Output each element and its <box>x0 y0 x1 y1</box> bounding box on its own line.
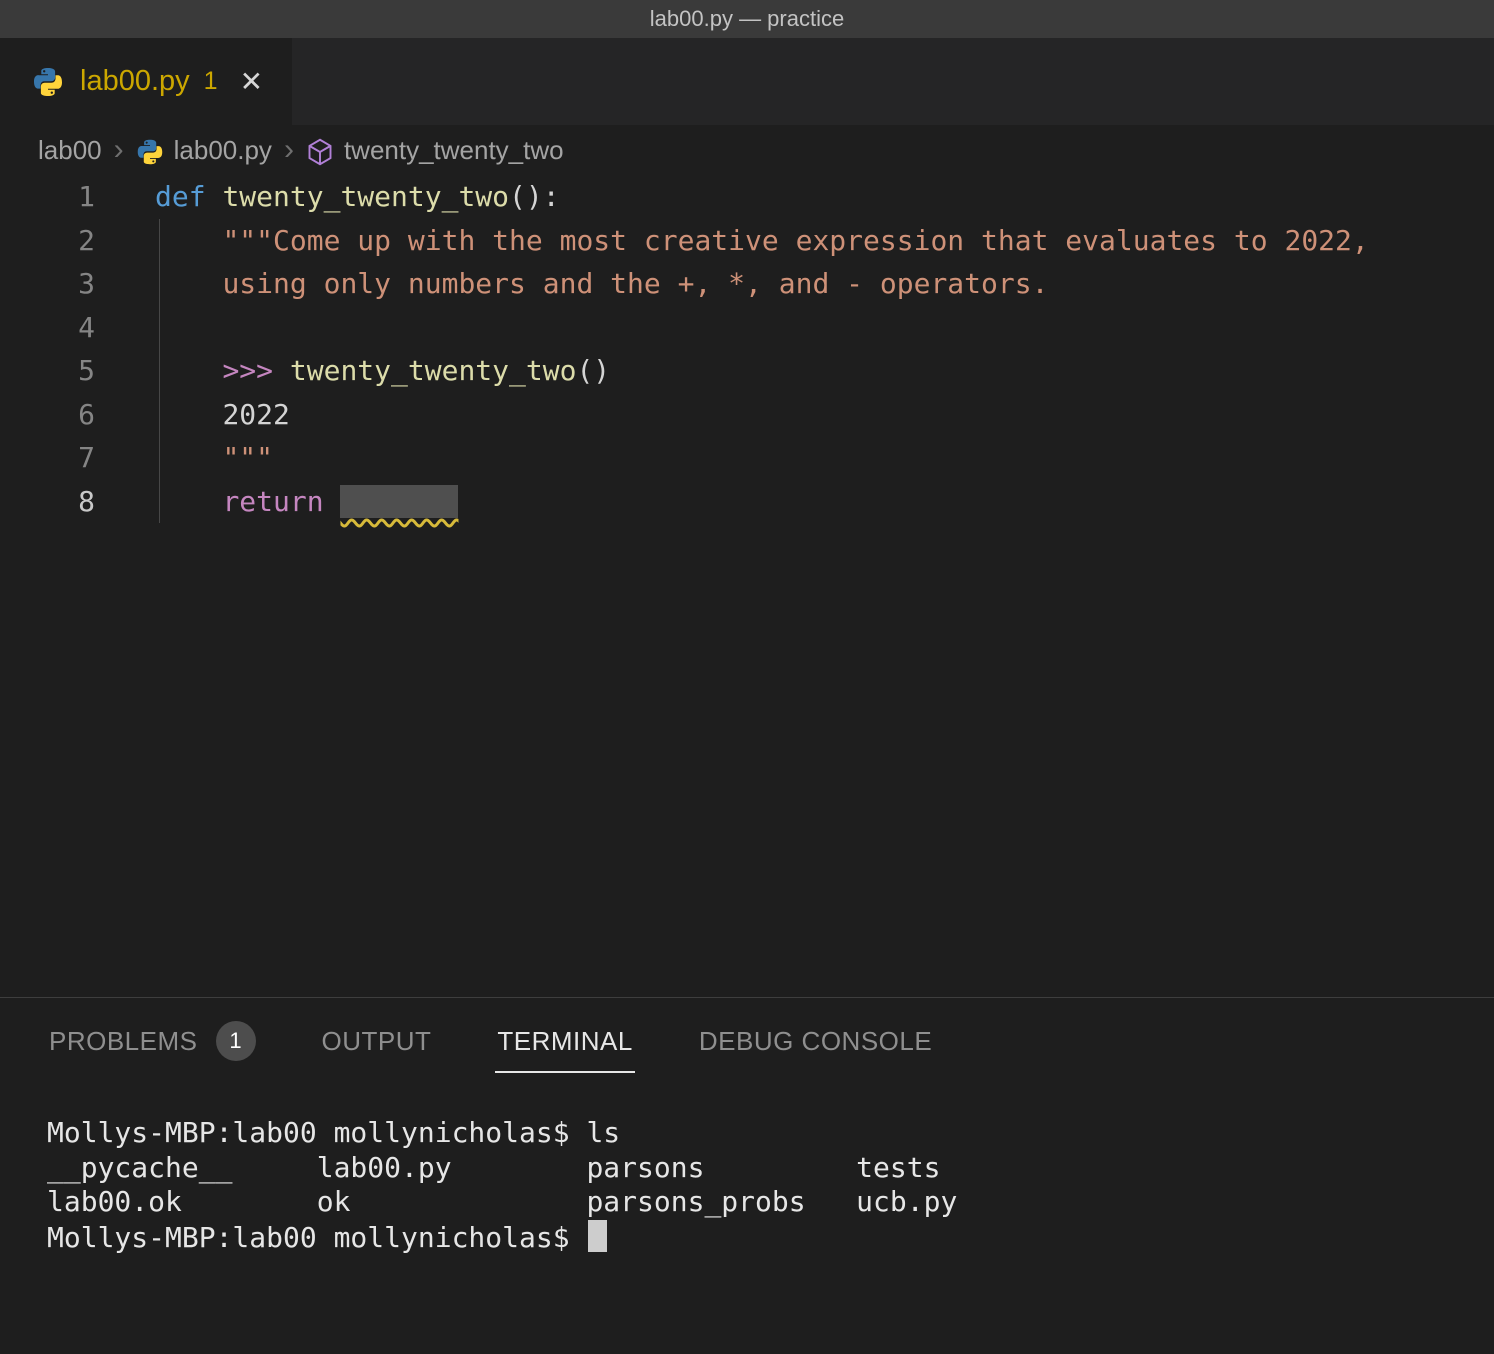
line-number[interactable]: 1 <box>0 175 95 219</box>
terminal-line: __pycache__ lab00.py parsons tests <box>47 1151 1494 1186</box>
breadcrumb-item-symbol[interactable]: twenty_twenty_two <box>344 135 564 166</box>
code-token <box>155 354 222 387</box>
code-line[interactable]: 6 2022 <box>0 393 1494 437</box>
code-line[interactable]: 5 >>> twenty_twenty_two() <box>0 349 1494 393</box>
terminal-line: Mollys-MBP:lab00 mollynicholas$ <box>47 1220 1494 1256</box>
code-token <box>155 267 222 300</box>
code-token: return <box>222 485 340 518</box>
terminal-line: lab00.ok ok parsons_probs ucb.py <box>47 1185 1494 1220</box>
code-token: twenty_twenty_two <box>222 180 509 213</box>
code-token: def <box>155 180 222 213</box>
line-number[interactable]: 2 <box>0 219 95 263</box>
panel-tab-label: DEBUG CONSOLE <box>699 1026 932 1057</box>
breadcrumb-item-folder[interactable]: lab00 <box>38 135 102 166</box>
panel-tab-terminal[interactable]: TERMINAL <box>495 1012 634 1073</box>
line-number[interactable]: 4 <box>0 306 95 350</box>
code-editor[interactable]: 1def twenty_twenty_two():2 """Come up wi… <box>0 175 1494 997</box>
breadcrumb-separator: › <box>284 133 294 167</box>
line-number[interactable]: 5 <box>0 349 95 393</box>
breadcrumb-item-file[interactable]: lab00.py <box>174 135 272 166</box>
code-line[interactable]: 7 """ <box>0 436 1494 480</box>
code-token: (): <box>509 180 560 213</box>
line-number[interactable]: 3 <box>0 262 95 306</box>
code-token <box>155 224 222 257</box>
bottom-panel: PROBLEMS 1 OUTPUT TERMINAL DEBUG CONSOLE Mol… <box>0 997 1494 1353</box>
panel-tab-output[interactable]: OUTPUT <box>320 1012 434 1073</box>
problems-count-badge: 1 <box>216 1021 256 1061</box>
code-token: () <box>576 354 610 387</box>
code-text: >>> twenty_twenty_two() <box>95 349 610 393</box>
code-text: def twenty_twenty_two(): <box>95 175 560 219</box>
code-token: 2022 <box>222 398 289 431</box>
tab-lab00[interactable]: lab00.py 1 ✕ <box>0 38 292 125</box>
breadcrumb: lab00 › lab00.py › twenty_twenty_two <box>0 125 1494 175</box>
tab-problems-count: 1 <box>204 67 218 96</box>
code-text: return <box>95 480 458 524</box>
code-lines: 1def twenty_twenty_two():2 """Come up wi… <box>0 175 1494 523</box>
code-line[interactable]: 1def twenty_twenty_two(): <box>0 175 1494 219</box>
title-bar: lab00.py — practice <box>0 0 1494 38</box>
terminal-cursor <box>588 1220 607 1252</box>
code-text: """Come up with the most creative expres… <box>95 219 1369 263</box>
code-text <box>95 306 155 350</box>
code-token: using only numbers and the +, *, and - o… <box>222 267 1048 300</box>
code-line[interactable]: 8 return <box>0 480 1494 524</box>
code-text: 2022 <box>95 393 290 437</box>
python-icon <box>32 66 64 98</box>
window-title: lab00.py — practice <box>650 6 844 32</box>
panel-tab-label: PROBLEMS <box>49 1026 198 1057</box>
tab-bar: lab00.py 1 ✕ <box>0 38 1494 125</box>
code-token <box>155 398 222 431</box>
tab-close-icon[interactable]: ✕ <box>240 65 263 98</box>
warning-selection <box>340 485 458 518</box>
code-text: """ <box>95 436 273 480</box>
line-number[interactable]: 7 <box>0 436 95 480</box>
code-token: """Come up with the most creative expres… <box>222 224 1368 257</box>
code-line[interactable]: 4 <box>0 306 1494 350</box>
breadcrumb-separator: › <box>114 133 124 167</box>
code-line[interactable]: 3 using only numbers and the +, *, and -… <box>0 262 1494 306</box>
code-token: """ <box>222 441 273 474</box>
code-token: twenty_twenty_two <box>290 354 577 387</box>
terminal-line: Mollys-MBP:lab00 mollynicholas$ ls <box>47 1116 1494 1151</box>
tab-label: lab00.py <box>80 65 190 98</box>
panel-tab-bar: PROBLEMS 1 OUTPUT TERMINAL DEBUG CONSOLE <box>0 998 1494 1086</box>
symbol-function-icon <box>306 138 334 166</box>
code-token <box>155 441 222 474</box>
code-line[interactable]: 2 """Come up with the most creative expr… <box>0 219 1494 263</box>
panel-tab-label: OUTPUT <box>322 1026 432 1057</box>
code-token <box>155 485 222 518</box>
panel-tab-label: TERMINAL <box>497 1026 632 1057</box>
python-icon <box>136 138 164 166</box>
line-number[interactable]: 8 <box>0 480 95 524</box>
line-number[interactable]: 6 <box>0 393 95 437</box>
indent-guide <box>159 219 160 523</box>
panel-tab-problems[interactable]: PROBLEMS 1 <box>47 1007 258 1077</box>
vscode-window: lab00.py — practice lab00.py 1 ✕ lab00 ›… <box>0 0 1494 1354</box>
code-text: using only numbers and the +, *, and - o… <box>95 262 1048 306</box>
panel-tab-debug-console[interactable]: DEBUG CONSOLE <box>697 1012 934 1073</box>
terminal[interactable]: Mollys-MBP:lab00 mollynicholas$ ls__pyca… <box>0 1086 1494 1255</box>
code-token: >>> <box>222 354 289 387</box>
